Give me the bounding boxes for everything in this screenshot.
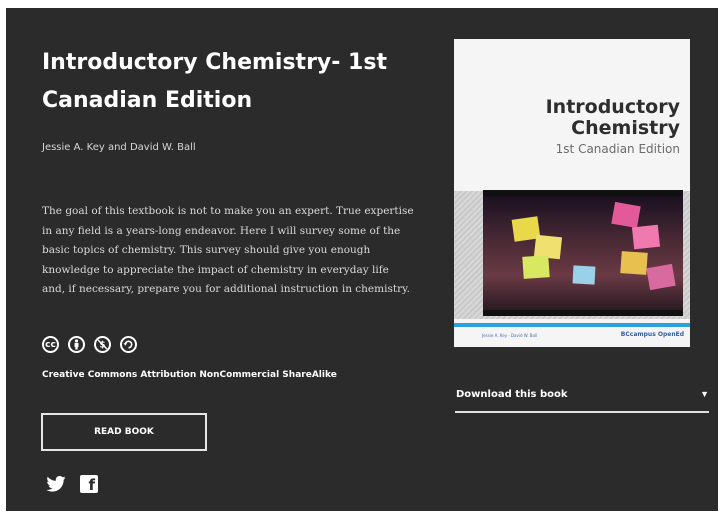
sharealike-icon[interactable] — [120, 336, 137, 353]
read-book-button[interactable]: READ BOOK — [41, 413, 207, 451]
social-links: f — [46, 475, 98, 493]
license-icons: cc $ — [42, 336, 137, 353]
cover-stripe — [454, 323, 690, 327]
license-text[interactable]: Creative Commons Attribution NonCommerci… — [42, 370, 337, 380]
book-cover-image[interactable]: Introductory Chemistry 1st Canadian Edit… — [454, 39, 690, 347]
facebook-icon[interactable]: f — [80, 475, 98, 493]
cc-icon[interactable]: cc — [42, 336, 59, 353]
download-dropdown[interactable]: Download this book ▼ — [455, 387, 709, 413]
cover-publisher-logo: BCcampus OpenEd — [620, 331, 684, 338]
attribution-icon[interactable] — [68, 336, 85, 353]
book-authors: Jessie A. Key and David W. Ball — [42, 142, 196, 153]
caret-down-icon: ▼ — [700, 389, 709, 399]
cover-photo — [483, 190, 683, 316]
twitter-icon[interactable] — [46, 476, 66, 492]
book-title: Introductory Chemistry- 1st Canadian Edi… — [42, 50, 387, 113]
book-info-panel: Introductory Chemistry- 1st Canadian Edi… — [6, 8, 718, 511]
book-description: The goal of this textbook is not to make… — [42, 205, 414, 295]
download-label: Download this book — [456, 389, 568, 400]
cover-subtitle: 1st Canadian Edition — [555, 142, 680, 156]
noncommercial-icon[interactable]: $ — [94, 336, 111, 353]
cover-authors: Jessie A. Key · David W. Ball — [482, 333, 538, 338]
cover-title: Introductory Chemistry — [545, 96, 680, 139]
